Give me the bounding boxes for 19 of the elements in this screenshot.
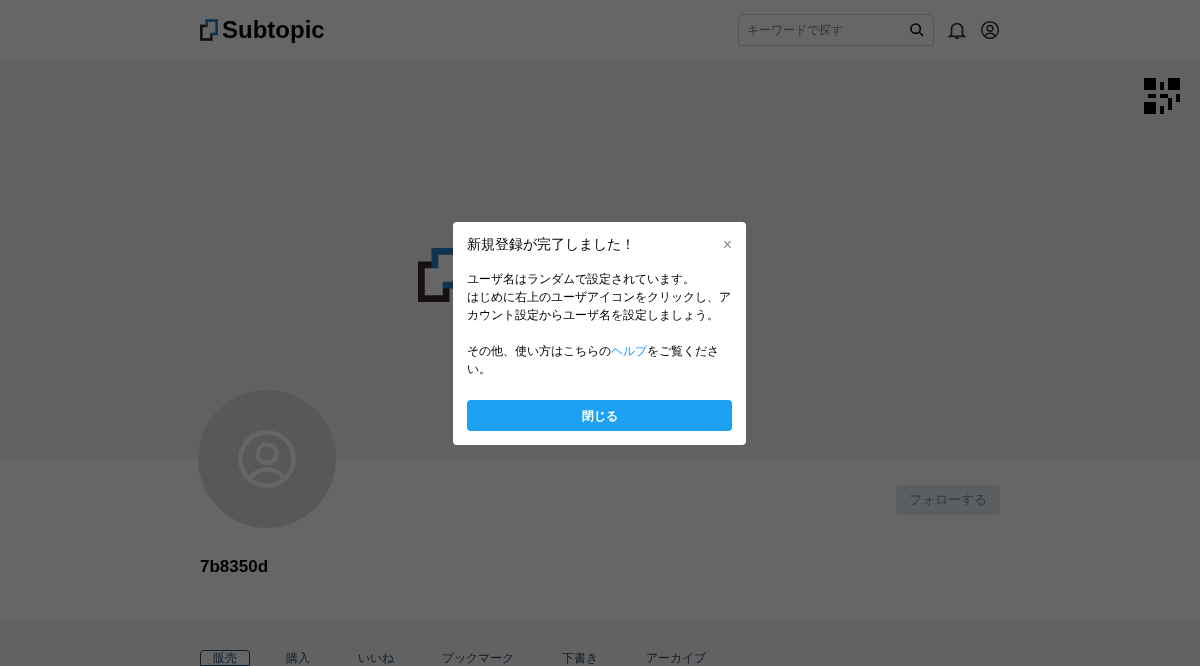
profile-tab[interactable]: アーカイブ — [634, 650, 718, 666]
user-account-icon[interactable] — [980, 20, 1000, 40]
dialog-message: はじめに右上のユーザアイコンをクリックし、アカウント設定からユーザ名を設定しましょう。 — [467, 289, 732, 324]
dialog-message: ユーザ名はランダムで設定されています。 — [467, 271, 696, 288]
profile-tab[interactable]: 下書き — [550, 650, 610, 666]
help-link[interactable]: ヘルプ — [611, 344, 647, 358]
logo-icon — [200, 19, 218, 41]
dialog-title: 新規登録が完了しました！ — [467, 235, 635, 254]
profile-tab[interactable]: 販売 — [200, 650, 250, 666]
profile-tab[interactable]: ブックマーク — [430, 650, 526, 666]
close-button[interactable]: × — [722, 236, 732, 253]
close-dialog-button[interactable]: 閉じる — [467, 400, 732, 431]
qr-code-icon — [1144, 78, 1180, 114]
profile-tab[interactable]: 購入 — [274, 650, 322, 666]
profile-tab[interactable]: いいね — [346, 650, 406, 666]
logo-text: Subtopic — [222, 15, 325, 45]
help-message: その他、使い方はこちらのヘルプをご覧ください。 — [467, 343, 720, 378]
search-icon[interactable] — [909, 22, 925, 38]
username: 7b8350d — [200, 556, 270, 578]
